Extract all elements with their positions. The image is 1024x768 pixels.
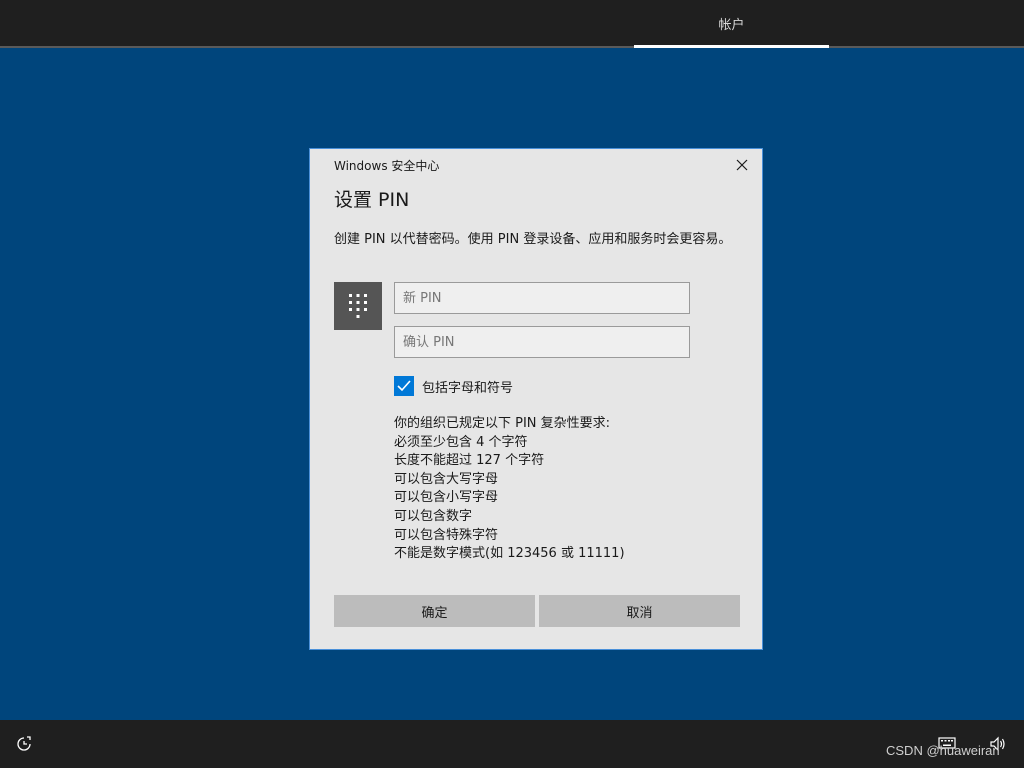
requirement-line: 可以包含特殊字符	[394, 527, 499, 543]
requirement-line: 可以包含数字	[394, 508, 473, 524]
cancel-button[interactable]: 取消	[539, 595, 740, 627]
watermark-text: CSDN @huaweiran	[886, 743, 1000, 758]
include-letters-symbols-label: 包括字母和符号	[422, 380, 514, 396]
include-letters-symbols-option: 包括字母和符号	[394, 376, 513, 396]
requirement-line: 不能是数字模式(如 123456 或 11111)	[394, 546, 625, 562]
tab-account[interactable]: 帐户	[634, 0, 829, 46]
dialog-heading: 设置 PIN	[334, 189, 410, 211]
requirement-line: 长度不能超过 127 个字符	[394, 453, 545, 469]
requirement-line: 可以包含小写字母	[394, 490, 499, 506]
dialog-app-title: Windows 安全中心	[334, 159, 440, 173]
requirement-line: 必须至少包含 4 个字符	[394, 434, 528, 450]
tab-account-underline	[634, 45, 829, 48]
ease-of-access-icon[interactable]	[14, 734, 34, 754]
bottom-bar	[0, 720, 1024, 768]
include-letters-symbols-checkbox[interactable]	[394, 376, 414, 396]
requirement-line: 你的组织已规定以下 PIN 复杂性要求:	[394, 416, 611, 431]
requirement-line: 可以包含大写字母	[394, 471, 499, 487]
close-button[interactable]	[732, 155, 752, 175]
set-pin-dialog: Windows 安全中心 设置 PIN 创建 PIN 以代替密码。使用 PIN …	[309, 148, 763, 650]
keypad-icon	[334, 282, 382, 330]
checkmark-icon	[397, 380, 411, 392]
dialog-description: 创建 PIN 以代替密码。使用 PIN 登录设备、应用和服务时会更容易。	[334, 232, 732, 247]
confirm-pin-input[interactable]	[394, 326, 690, 358]
ok-button[interactable]: 确定	[334, 595, 535, 627]
new-pin-input[interactable]	[394, 282, 690, 314]
pin-requirements: 你的组织已规定以下 PIN 复杂性要求: 必须至少包含 4 个字符 长度不能超过…	[394, 415, 625, 564]
close-icon	[736, 159, 748, 171]
top-bar	[0, 0, 1024, 48]
